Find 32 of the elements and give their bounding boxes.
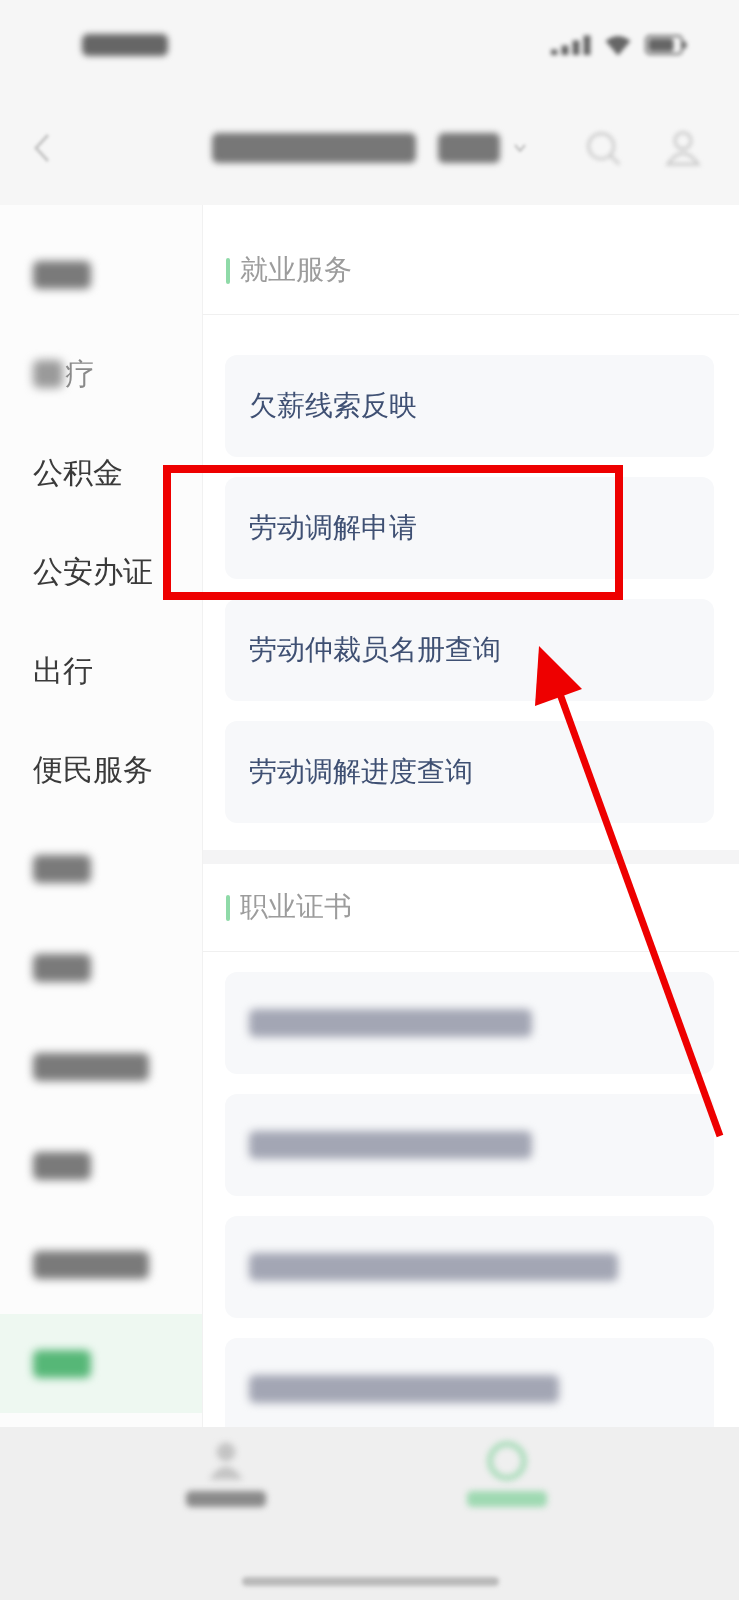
service-item[interactable]: [225, 972, 714, 1074]
blurred-sidebar-item[interactable]: [33, 854, 91, 883]
person-icon[interactable]: [665, 129, 701, 166]
section-title: 就业服务: [240, 253, 352, 287]
circle-icon: [487, 1441, 527, 1481]
sidebar-item[interactable]: 公安办证: [33, 553, 153, 590]
sidebar-item[interactable]: 出行: [33, 652, 93, 689]
service-item[interactable]: 劳动调解申请: [225, 477, 714, 579]
sidebar-item[interactable]: [0, 1314, 202, 1413]
signal-icon: [551, 35, 591, 55]
blurred-sidebar-item[interactable]: [33, 260, 91, 289]
section-marker-icon: [226, 258, 230, 284]
section-title: 职业证书: [240, 890, 352, 924]
service-item[interactable]: [225, 1216, 714, 1318]
service-item[interactable]: 劳动调解进度查询: [225, 721, 714, 823]
blurred-sidebar-item[interactable]: [33, 953, 91, 982]
sidebar-item[interactable]: 便民服务: [33, 751, 153, 788]
blurred-sidebar-item[interactable]: [33, 1250, 149, 1279]
service-item[interactable]: 劳动仲裁员名册查询: [225, 599, 714, 701]
wifi-icon: [605, 35, 631, 55]
section-marker-icon: [226, 895, 230, 921]
blurred-sidebar-item[interactable]: [33, 1052, 149, 1081]
caret-icon[interactable]: [514, 143, 526, 152]
blurred-label: [33, 1349, 91, 1378]
sidebar-item[interactable]: 公积金: [33, 454, 123, 491]
service-item[interactable]: 欠薪线索反映: [225, 355, 714, 457]
back-icon[interactable]: [34, 132, 50, 163]
service-item[interactable]: [225, 1094, 714, 1196]
blurred-sidebar-item[interactable]: [33, 1151, 91, 1180]
search-icon[interactable]: [585, 129, 621, 166]
service-item[interactable]: [225, 1338, 714, 1427]
battery-icon: [645, 35, 687, 55]
